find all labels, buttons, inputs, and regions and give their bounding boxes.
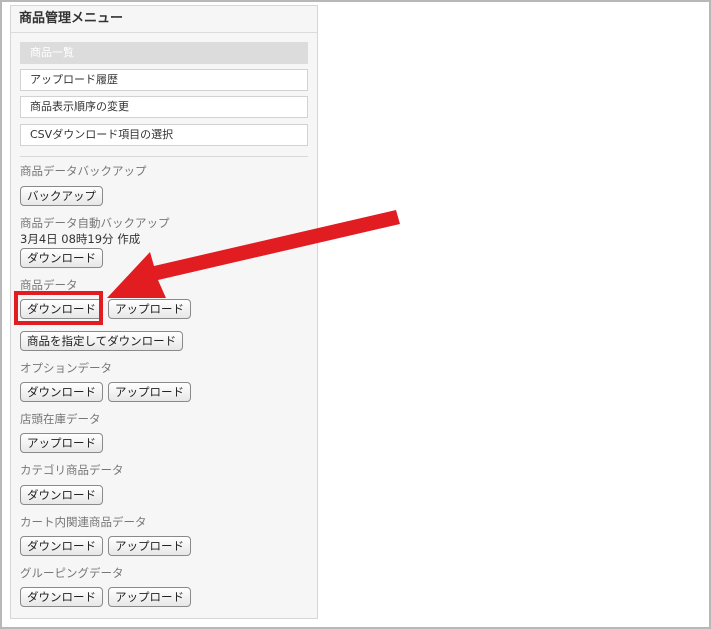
annotation-arrow: [107, 210, 400, 298]
